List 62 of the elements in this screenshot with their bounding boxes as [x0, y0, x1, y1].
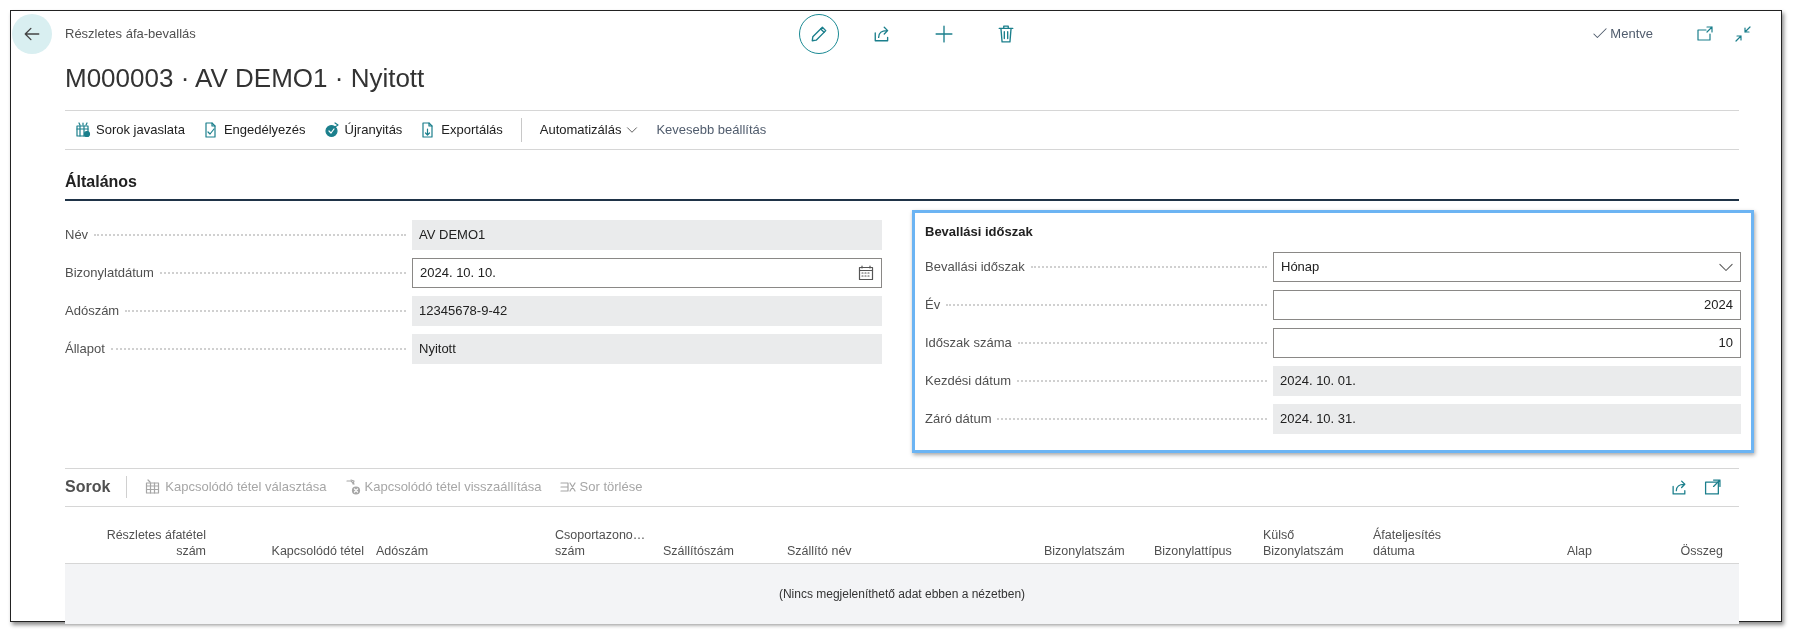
toolbar-action[interactable]: Engedélyezés [202, 120, 306, 140]
table-icon [145, 479, 162, 495]
unlink-icon [344, 479, 361, 495]
column-header[interactable]: Bizonylattípus [1148, 542, 1257, 559]
share-icon[interactable] [1671, 478, 1688, 496]
input-field[interactable]: 2024 [1273, 289, 1741, 320]
trash-icon[interactable] [997, 25, 1015, 43]
column-header[interactable]: Szállítószám [657, 542, 781, 559]
menu-button[interactable]: Automatizálás [539, 120, 639, 140]
group-heading: Bevallási időszak [925, 223, 1034, 241]
read-only-field: 12345678-9-42 [412, 296, 882, 326]
column-header[interactable]: Áfateljesítés dátuma [1367, 526, 1501, 559]
collapse-icon[interactable] [1735, 26, 1751, 42]
field-label: Állapot [65, 340, 106, 359]
field-label: Kezdési dátum [925, 371, 1012, 390]
read-only-field: 2024. 10. 31. [1273, 403, 1741, 434]
toolbar-link[interactable]: Kevesebb beállítás [656, 120, 767, 140]
refresh-circle-icon [323, 122, 340, 138]
toolbar-action[interactable]: Újranyitás [323, 120, 403, 140]
column-header[interactable]: Szállító név [781, 542, 1038, 559]
toolbar-action[interactable]: Sorok javaslata [75, 120, 185, 140]
column-header[interactable]: Adószám [370, 542, 549, 559]
calendar-icon[interactable] [858, 265, 874, 281]
field-label: Bevallási időszak [925, 257, 1026, 276]
pencil-icon [810, 25, 828, 43]
field-label: Időszak száma [925, 333, 1013, 352]
read-only-field: AV DEMO1 [412, 220, 882, 250]
back-button[interactable] [12, 14, 52, 54]
column-header[interactable]: Csoportazono… szám [549, 526, 657, 559]
read-only-field: 2024. 10. 01. [1273, 365, 1741, 396]
column-header[interactable]: Részletes áfatétel szám [65, 526, 212, 559]
field-label: Év [925, 295, 942, 314]
input-field[interactable]: 10 [1273, 327, 1741, 358]
date-field[interactable]: 2024. 10. 10. [412, 258, 882, 288]
column-header[interactable]: Alap [1501, 542, 1598, 559]
column-header[interactable]: Bizonylatszám [1038, 542, 1148, 559]
field-label: Bizonylatdátum [65, 264, 155, 283]
plus-icon[interactable] [935, 25, 953, 43]
field-label: Adószám [65, 302, 121, 321]
arrow-left-icon [23, 25, 41, 43]
chevron-down-icon [626, 124, 639, 136]
check-icon [1593, 27, 1608, 41]
column-header[interactable]: Külső Bizonylatszám [1257, 526, 1367, 559]
field-label: Név [65, 226, 90, 245]
toolbar-action[interactable]: Exportálás [420, 120, 503, 140]
breadcrumb: Részletes áfa-bevallás [65, 25, 197, 44]
document-check-icon [202, 122, 219, 138]
field-label: Záró dátum [925, 409, 993, 428]
column-header[interactable]: Kapcsolódó tétel [212, 542, 370, 559]
edit-button[interactable] [799, 14, 839, 54]
expand-icon[interactable] [1704, 478, 1721, 496]
open-new-window-icon[interactable] [1697, 26, 1713, 42]
read-only-field: Nyitott [412, 334, 882, 364]
section-heading: Sorok [65, 476, 128, 498]
dropdown-field[interactable]: Hónap [1273, 251, 1741, 282]
delete-row-icon [559, 479, 576, 495]
page-title: M000003 · AV DEMO1 · Nyitott [65, 62, 426, 94]
column-header[interactable]: Összeg [1598, 542, 1741, 559]
empty-message: (Nincs megjeleníthető adat ebben a nézetben) [778, 585, 1026, 603]
share-icon[interactable] [873, 25, 891, 43]
save-status: Mentve [1610, 25, 1653, 44]
section-heading: Általános [65, 170, 1739, 201]
